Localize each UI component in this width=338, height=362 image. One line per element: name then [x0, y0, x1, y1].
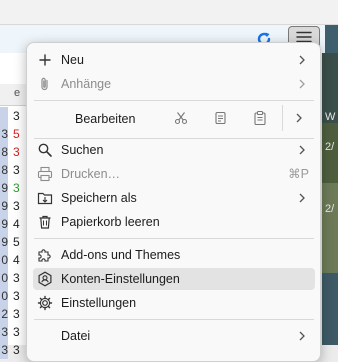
menu-item-print[interactable]: Drucken… ⌘P — [33, 163, 315, 185]
column-header-label: e — [14, 87, 21, 99]
list-cell: 3 — [13, 109, 20, 123]
list-cell: 8 — [0, 143, 8, 161]
copy-button[interactable] — [209, 107, 231, 129]
menu-item-label: Suchen — [61, 143, 104, 157]
list-cell: 3 — [13, 325, 20, 339]
chevron-right-icon — [294, 111, 304, 125]
trash-icon — [37, 214, 53, 230]
list-cell: 3 — [13, 163, 20, 177]
list-cell: 3 — [13, 271, 20, 285]
list-cell — [0, 107, 8, 125]
menu-item-new[interactable]: Neu — [33, 49, 315, 71]
list-cell: 3 — [0, 125, 8, 143]
chevron-right-icon — [297, 191, 307, 205]
strip-text: 2/ — [325, 141, 335, 153]
menu-item-find[interactable]: Suchen — [33, 139, 315, 161]
puzzle-icon — [37, 247, 53, 263]
list-cell: 5 — [13, 235, 20, 249]
menu-item-attachments[interactable]: Anhänge — [33, 73, 315, 95]
menu-item-label: Neu — [61, 53, 84, 67]
menu-item-label: Papierkorb leeren — [61, 215, 160, 229]
menu-item-label: Datei — [61, 329, 91, 343]
strip-text: 2/ — [325, 203, 335, 215]
menu-item-addons[interactable]: Add-ons und Themes — [33, 244, 315, 266]
strip-text: W — [325, 111, 336, 123]
menu-item-account-settings[interactable]: Konten-Einstellungen — [33, 268, 315, 290]
strip-segment — [322, 183, 338, 273]
copy-icon — [212, 110, 228, 126]
menu-item-label: Speichern als — [61, 191, 137, 205]
strip-segment — [322, 123, 338, 183]
menu-separator — [34, 319, 314, 320]
menu-item-save-as[interactable]: Speichern als — [33, 187, 315, 209]
list-cell: 9 — [0, 179, 8, 197]
plus-icon — [37, 52, 53, 68]
menu-item-label: Drucken… — [61, 167, 121, 181]
gear-icon — [37, 295, 53, 311]
list-cell: 4 — [13, 253, 20, 267]
list-cell: 2 — [0, 305, 8, 323]
menu-item-settings[interactable]: Einstellungen — [33, 292, 315, 314]
menu-item-file[interactable]: Datei — [33, 325, 315, 347]
list-cell: 3 — [13, 199, 20, 213]
menu-item-label: Konten-Einstellungen — [61, 272, 180, 286]
list-cell: 0 — [0, 287, 8, 305]
window-titlebar — [0, 0, 338, 24]
folder-save-icon — [37, 190, 53, 206]
strip-segment — [322, 273, 338, 345]
list-cell: 3 — [13, 307, 20, 321]
account-settings-icon — [37, 271, 53, 287]
list-cell: 9 — [0, 215, 8, 233]
chevron-right-icon — [297, 53, 307, 67]
list-cell: 9 — [0, 233, 8, 251]
chevron-right-icon — [297, 77, 307, 91]
list-cell: 3 — [13, 145, 20, 159]
menu-item-label: Einstellungen — [61, 296, 137, 310]
menu-separator — [34, 100, 314, 101]
paperclip-icon — [37, 76, 53, 92]
list-cell: 3 — [13, 289, 20, 303]
print-shortcut: ⌘P — [288, 167, 309, 181]
scissors-icon — [173, 110, 189, 126]
printer-icon — [37, 166, 53, 182]
menu-item-label: Anhänge — [61, 77, 112, 91]
list-cell: 8 — [0, 161, 8, 179]
list-cell: 5 — [13, 127, 20, 141]
list-cell: 9 — [0, 197, 8, 215]
list-cell: 4 — [13, 217, 20, 231]
edit-label: Bearbeiten — [75, 112, 136, 126]
edit-row-divider — [282, 105, 283, 131]
clipboard-icon — [252, 110, 268, 126]
list-cell: 0 — [0, 251, 8, 269]
cut-button[interactable] — [170, 107, 192, 129]
menu-item-label: Add-ons und Themes — [61, 248, 181, 262]
chevron-right-icon — [297, 143, 307, 157]
background-image-strip: W 2/ 2/ — [322, 53, 338, 345]
app-menu-panel: Neu Anhänge Bearbeiten Suchen Drucken… ⌘… — [26, 42, 321, 362]
list-cell: 3 — [13, 343, 20, 357]
search-icon — [37, 142, 53, 158]
edit-submenu-button[interactable] — [288, 107, 310, 129]
list-cell: 0 — [0, 269, 8, 287]
list-cell: 3 — [0, 323, 8, 341]
menu-separator — [34, 238, 314, 239]
list-cell: 3 — [0, 341, 8, 359]
list-cell: 3 — [13, 181, 20, 195]
paste-button[interactable] — [249, 107, 271, 129]
menu-item-empty-trash[interactable]: Papierkorb leeren — [33, 211, 315, 233]
toolbar-overflow-area — [325, 25, 338, 53]
chevron-right-icon — [297, 329, 307, 343]
